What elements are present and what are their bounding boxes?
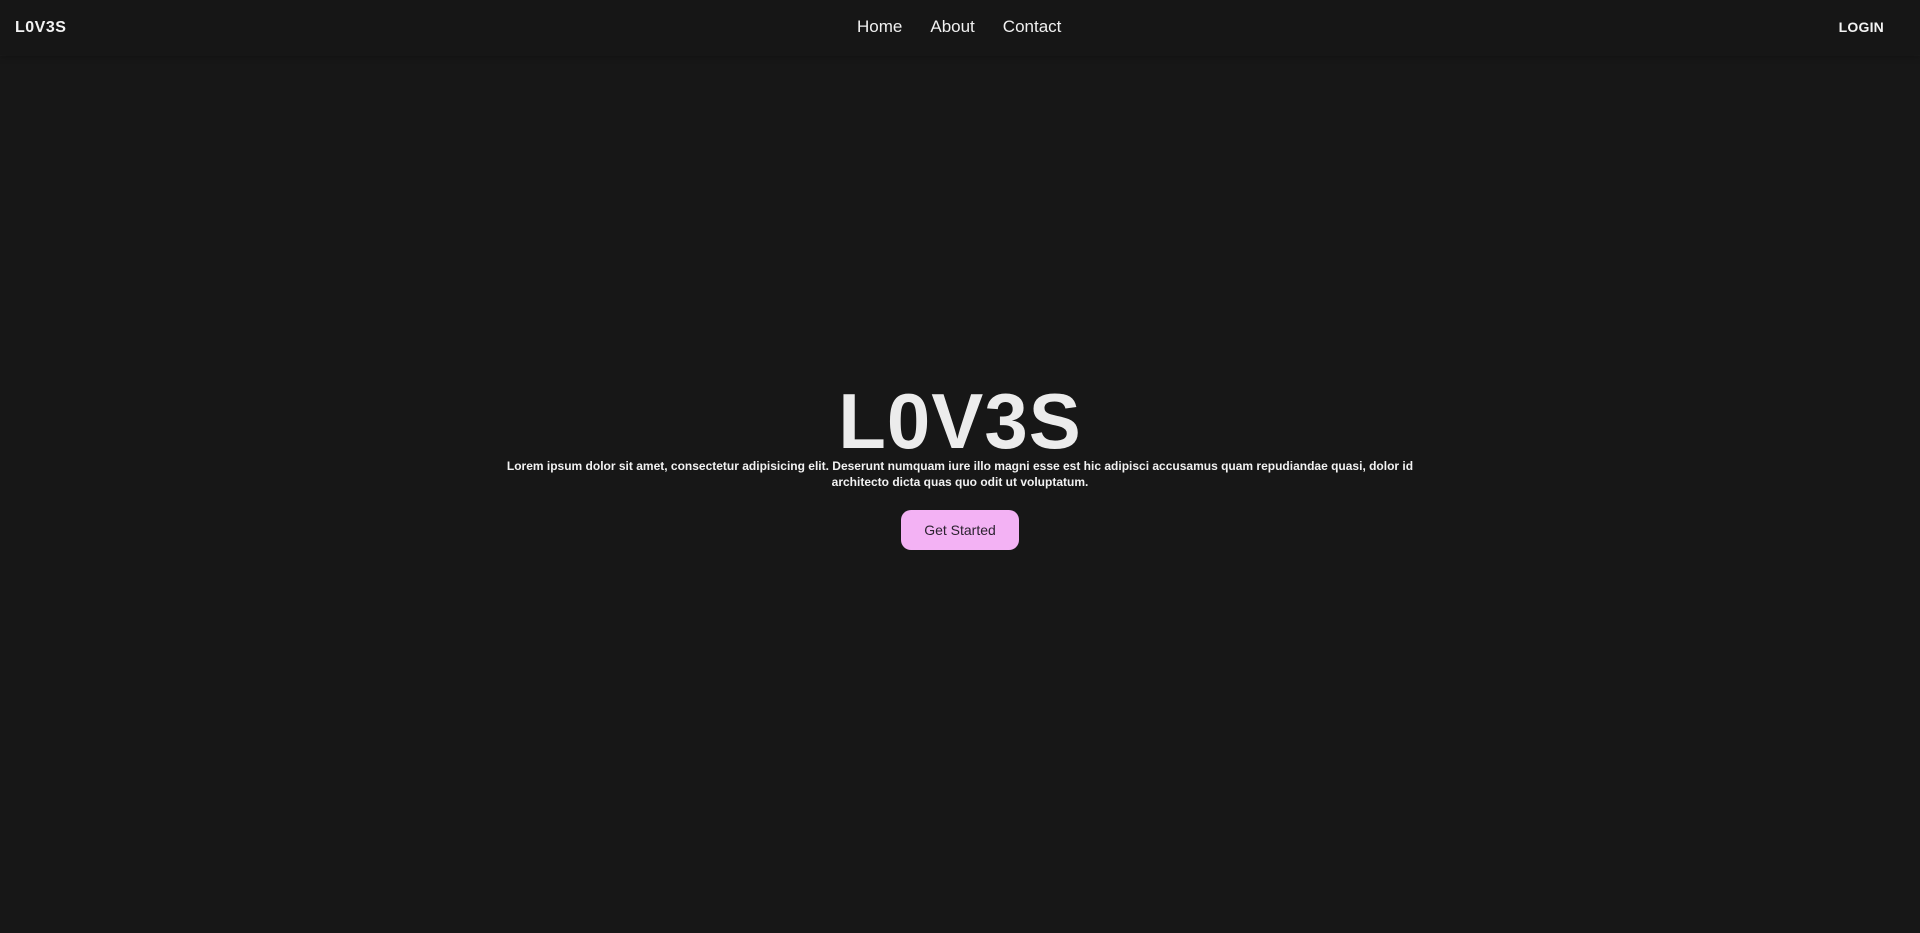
hero-description: Lorem ipsum dolor sit amet, consectetur … <box>506 459 1414 489</box>
hero-title: L0V3S <box>838 377 1082 465</box>
nav-link-home[interactable]: Home <box>857 17 902 37</box>
get-started-button[interactable]: Get Started <box>901 510 1019 550</box>
hero-section: L0V3S Lorem ipsum dolor sit amet, consec… <box>0 380 1920 550</box>
login-link[interactable]: LOGIN <box>1839 18 1884 36</box>
brand-logo-link[interactable]: L0V3S <box>15 18 66 38</box>
main-navigation: Home About Contact <box>857 17 1061 37</box>
nav-link-about[interactable]: About <box>930 17 974 37</box>
nav-link-contact[interactable]: Contact <box>1003 17 1062 37</box>
top-navigation-bar: L0V3S Home About Contact LOGIN <box>0 0 1920 55</box>
